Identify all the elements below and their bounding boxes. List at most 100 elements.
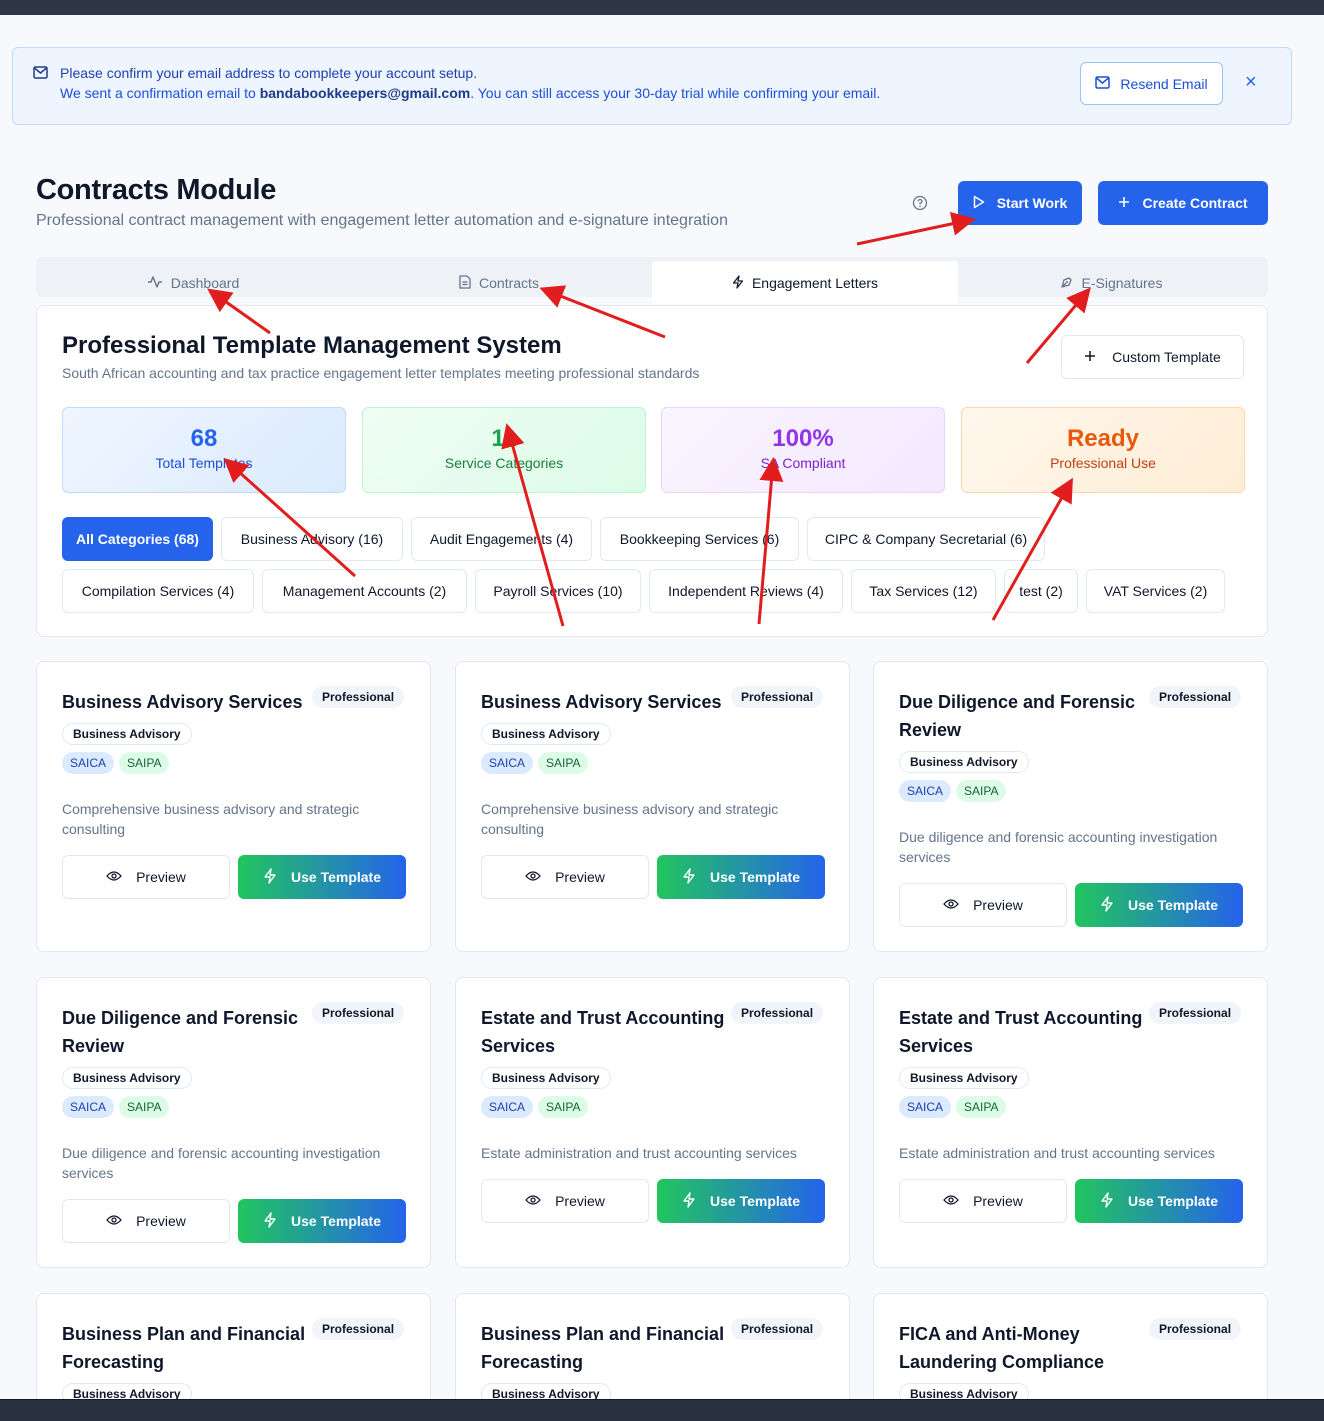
create-contract-button[interactable]: Create Contract — [1098, 181, 1268, 225]
file-text-icon — [459, 275, 471, 292]
card-title: Business Plan and Financial Forecasting — [481, 1324, 725, 1372]
card-title: Business Plan and Financial Forecasting — [62, 1324, 306, 1372]
category-filter[interactable]: test (2) — [1004, 569, 1078, 613]
page-subtitle: Professional contract management with en… — [36, 212, 728, 229]
stat-total-templates: 68 Total Templates — [62, 407, 346, 493]
card-title: Estate and Trust Accounting Services — [899, 1008, 1143, 1056]
saipa-tag: SAIPA — [119, 1096, 170, 1118]
category-filter-all[interactable]: All Categories (68) — [62, 517, 213, 561]
resend-email-button[interactable]: Resend Email — [1080, 62, 1223, 105]
play-icon — [973, 195, 985, 212]
taskbar — [0, 1399, 1324, 1421]
card-description: Comprehensive business advisory and stra… — [62, 801, 360, 837]
use-template-button[interactable]: Use Template — [1075, 883, 1243, 927]
page-title: Contracts Module — [36, 174, 277, 206]
stat-professional-use: Ready Professional Use — [961, 407, 1245, 493]
card-title: Business Advisory Services — [62, 692, 303, 712]
use-template-button[interactable]: Use Template — [657, 855, 825, 899]
saica-tag: SAICA — [481, 752, 534, 774]
stat-label: Service Categories — [444, 455, 564, 471]
template-card: Due Diligence and Forensic Review Profes… — [873, 661, 1268, 952]
custom-template-button[interactable]: Custom Template — [1061, 335, 1244, 379]
category-filter[interactable]: Compilation Services (4) — [62, 569, 254, 613]
category-filter[interactable]: Payroll Services (10) — [475, 569, 641, 613]
tab-e-signatures[interactable]: E-Signatures — [958, 261, 1264, 304]
start-work-button[interactable]: Start Work — [958, 181, 1082, 225]
stat-label: Total Templates — [155, 455, 253, 471]
preview-button[interactable]: Preview — [899, 1179, 1067, 1223]
eye-icon — [525, 1193, 541, 1209]
alert-title: Please confirm your email address to com… — [60, 65, 478, 81]
help-icon[interactable] — [912, 195, 928, 216]
stat-value: 100% — [772, 425, 834, 452]
zap-icon — [682, 867, 696, 887]
use-template-button[interactable]: Use Template — [238, 1199, 406, 1243]
mail-icon — [1095, 75, 1111, 92]
category-filter[interactable]: Bookkeeping Services (6) — [600, 517, 799, 561]
use-template-button[interactable]: Use Template — [1075, 1179, 1243, 1223]
saipa-tag: SAIPA — [956, 1096, 1007, 1118]
category-filter[interactable]: Audit Engagements (4) — [411, 517, 592, 561]
saipa-tag: SAIPA — [119, 752, 170, 774]
saica-tag: SAICA — [62, 752, 115, 774]
category-filter[interactable]: CIPC & Company Secretarial (6) — [807, 517, 1045, 561]
category-badge: Business Advisory — [62, 723, 192, 745]
preview-button[interactable]: Preview — [62, 855, 230, 899]
card-title: FICA and Anti-Money Laundering Complianc… — [899, 1324, 1105, 1372]
category-badge: Business Advisory — [899, 751, 1029, 773]
alert-email: bandabookkeepers@gmail.com — [259, 85, 471, 101]
close-icon[interactable]: × — [1245, 72, 1257, 92]
template-card: Business Plan and Financial Forecasting … — [455, 1293, 850, 1413]
category-badge: Business Advisory — [481, 1067, 611, 1089]
tab-contracts[interactable]: Contracts — [346, 261, 652, 304]
saipa-tag: SAIPA — [538, 1096, 589, 1118]
eye-icon — [106, 1213, 122, 1229]
tab-engagement-letters[interactable]: Engagement Letters — [652, 261, 958, 304]
alert-message: We sent a confirmation email to bandaboo… — [60, 85, 881, 101]
panel-title: Professional Template Management System — [62, 332, 562, 359]
category-filter[interactable]: Independent Reviews (4) — [649, 569, 843, 613]
professional-badge: Professional — [1149, 686, 1242, 708]
eye-icon — [525, 869, 541, 885]
saipa-tag: SAIPA — [956, 780, 1007, 802]
template-card: Business Advisory Services Professional … — [455, 661, 850, 952]
panel-subtitle: South African accounting and tax practic… — [62, 365, 700, 381]
category-filter[interactable]: Tax Services (12) — [851, 569, 996, 613]
zap-icon — [1100, 895, 1114, 915]
use-template-button[interactable]: Use Template — [238, 855, 406, 899]
preview-button[interactable]: Preview — [481, 855, 649, 899]
plus-icon — [1118, 195, 1130, 211]
template-card: Due Diligence and Forensic Review Profes… — [36, 977, 431, 1268]
professional-badge: Professional — [312, 1002, 405, 1024]
preview-button[interactable]: Preview — [62, 1199, 230, 1243]
stat-sa-compliant: 100% SA Compliant — [661, 407, 945, 493]
tab-dashboard[interactable]: Dashboard — [40, 261, 346, 304]
card-title: Estate and Trust Accounting Services — [481, 1008, 725, 1056]
template-card: FICA and Anti-Money Laundering Complianc… — [873, 1293, 1268, 1413]
professional-badge: Professional — [731, 686, 824, 708]
plus-icon — [1084, 349, 1096, 365]
card-description: Due diligence and forensic accounting in… — [62, 1145, 381, 1181]
saica-tag: SAICA — [899, 780, 952, 802]
stat-value: 68 — [190, 425, 218, 452]
preview-button[interactable]: Preview — [481, 1179, 649, 1223]
module-tabs: Dashboard Contracts Engagement Letters E… — [36, 257, 1268, 304]
activity-icon — [147, 275, 163, 292]
professional-badge: Professional — [1149, 1002, 1242, 1024]
eye-icon — [943, 897, 959, 913]
category-filter[interactable]: Management Accounts (2) — [262, 569, 467, 613]
pen-tool-icon — [1060, 275, 1074, 292]
stat-service-categories: 11 Service Categories — [362, 407, 646, 493]
use-template-button[interactable]: Use Template — [657, 1179, 825, 1223]
professional-badge: Professional — [731, 1002, 824, 1024]
card-title: Due Diligence and Forensic Review — [62, 1008, 299, 1056]
category-badge: Business Advisory — [62, 1067, 192, 1089]
zap-icon — [263, 867, 277, 887]
category-filter[interactable]: Business Advisory (16) — [221, 517, 403, 561]
professional-badge: Professional — [731, 1318, 824, 1340]
zap-icon — [1100, 1191, 1114, 1211]
category-filter[interactable]: VAT Services (2) — [1086, 569, 1225, 613]
stat-value: Ready — [1066, 425, 1140, 452]
preview-button[interactable]: Preview — [899, 883, 1067, 927]
stat-label: SA Compliant — [760, 455, 846, 471]
